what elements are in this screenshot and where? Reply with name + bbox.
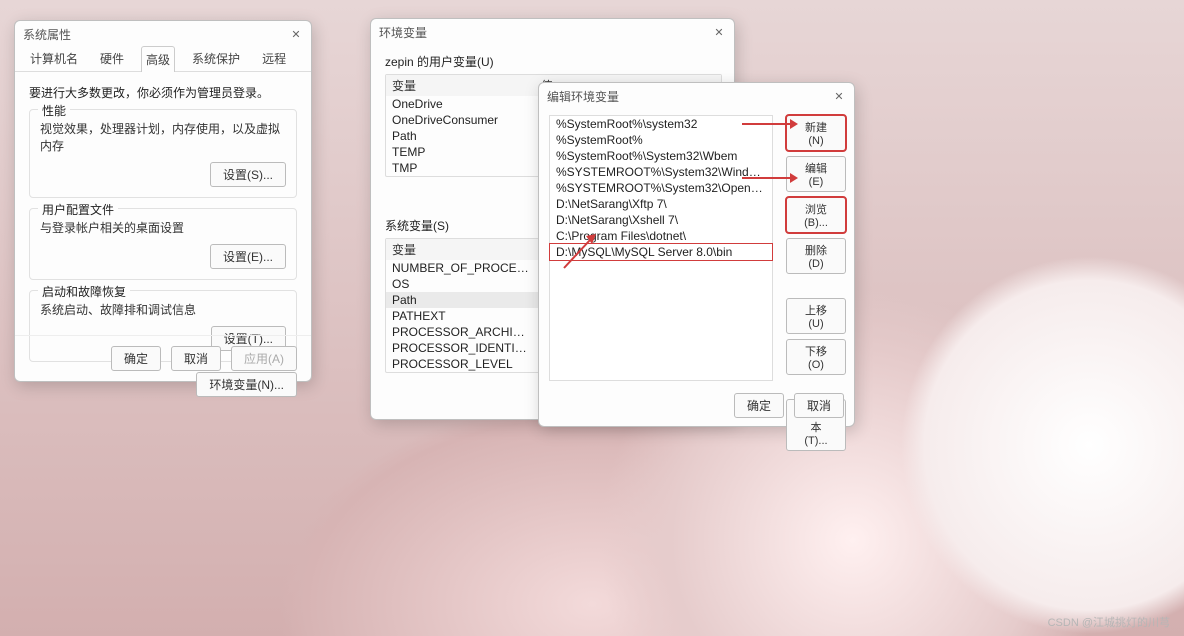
system-properties-window: 系统属性 ✕ 计算机名硬件高级系统保护远程 要进行大多数更改，你必须作为管理员登… [14, 20, 312, 382]
group-title: 启动和故障恢复 [38, 283, 130, 300]
watermark: CSDN @江城挑灯的川芎 [1048, 614, 1170, 630]
edit-button[interactable]: 编辑(E) [786, 156, 846, 192]
admin-message: 要进行大多数更改，你必须作为管理员登录。 [29, 84, 297, 101]
titlebar: 环境变量 ✕ [371, 19, 734, 45]
user-vars-label: zepin 的用户变量(U) [385, 53, 720, 70]
browse-button[interactable]: 浏览(B)... [786, 197, 846, 233]
tab-远程[interactable]: 远程 [257, 45, 291, 71]
list-item[interactable]: %SYSTEMROOT%\System32\WindowsPowerShell\… [550, 164, 772, 180]
var-name: NUMBER_OF_PROCESSORS [386, 260, 535, 276]
close-icon[interactable]: ✕ [289, 27, 303, 41]
column-header-variable: 变量 [386, 239, 535, 260]
delete-button[interactable]: 删除(D) [786, 238, 846, 274]
ok-button[interactable]: 确定 [734, 393, 784, 418]
cancel-button[interactable]: 取消 [794, 393, 844, 418]
list-item[interactable]: D:\MySQL\MySQL Server 8.0\bin [550, 244, 772, 260]
group-description: 系统启动、故障排和调试信息 [40, 301, 286, 318]
edit-environment-variable-window: 编辑环境变量 ✕ %SystemRoot%\system32%SystemRoo… [538, 82, 855, 427]
list-item[interactable]: %SystemRoot%\system32 [550, 116, 772, 132]
window-title: 环境变量 [379, 24, 427, 41]
window-title: 系统属性 [23, 26, 71, 43]
list-item[interactable]: C:\Program Files\dotnet\ [550, 228, 772, 244]
group-description: 与登录帐户相关的桌面设置 [40, 219, 286, 236]
var-name: OS [386, 276, 535, 292]
group-title: 性能 [38, 102, 70, 119]
list-item[interactable]: %SystemRoot%\System32\Wbem [550, 148, 772, 164]
list-item[interactable]: %SYSTEMROOT%\System32\OpenSSH\ [550, 180, 772, 196]
new-button[interactable]: 新建(N) [786, 115, 846, 151]
settings-button[interactable]: 设置(S)... [210, 162, 286, 187]
close-icon[interactable]: ✕ [832, 89, 846, 103]
titlebar: 编辑环境变量 ✕ [539, 83, 854, 109]
dialog-footer: 确定 取消 [734, 393, 844, 418]
tab-系统保护[interactable]: 系统保护 [187, 45, 245, 71]
list-item[interactable]: %SystemRoot% [550, 132, 772, 148]
var-name: TMP [386, 160, 535, 176]
var-name: PROCESSOR_LEVEL [386, 356, 535, 372]
move-down-button[interactable]: 下移(O) [786, 339, 846, 375]
tab-strip: 计算机名硬件高级系统保护远程 [15, 47, 311, 72]
group-用户配置文件: 用户配置文件与登录帐户相关的桌面设置设置(E)... [29, 208, 297, 280]
move-up-button[interactable]: 上移(U) [786, 298, 846, 334]
group-性能: 性能视觉效果，处理器计划，内存使用，以及虚拟内存设置(S)... [29, 109, 297, 198]
var-name: PROCESSOR_IDENTIFIER [386, 340, 535, 356]
path-entries-list[interactable]: %SystemRoot%\system32%SystemRoot%%System… [549, 115, 773, 381]
tab-计算机名[interactable]: 计算机名 [25, 45, 83, 71]
window-title: 编辑环境变量 [547, 88, 619, 105]
var-name: OneDrive [386, 96, 535, 112]
group-title: 用户配置文件 [38, 201, 118, 218]
dialog-footer: 确定 取消 应用(A) [15, 335, 311, 381]
tab-硬件[interactable]: 硬件 [95, 45, 129, 71]
column-header-variable: 变量 [386, 75, 535, 96]
var-name: OneDriveConsumer [386, 112, 535, 128]
tab-高级[interactable]: 高级 [141, 46, 175, 72]
var-name: Path [386, 292, 535, 308]
settings-button[interactable]: 设置(E)... [210, 244, 286, 269]
var-name: PROCESSOR_ARCHITECT... [386, 324, 535, 340]
titlebar: 系统属性 ✕ [15, 21, 311, 47]
cancel-button[interactable]: 取消 [171, 346, 221, 371]
list-item[interactable]: D:\NetSarang\Xshell 7\ [550, 212, 772, 228]
list-item[interactable]: D:\NetSarang\Xftp 7\ [550, 196, 772, 212]
apply-button: 应用(A) [231, 346, 297, 371]
var-name: Path [386, 128, 535, 144]
close-icon[interactable]: ✕ [712, 25, 726, 39]
ok-button[interactable]: 确定 [111, 346, 161, 371]
var-name: TEMP [386, 144, 535, 160]
var-name: PATHEXT [386, 308, 535, 324]
group-description: 视觉效果，处理器计划，内存使用，以及虚拟内存 [40, 120, 286, 154]
